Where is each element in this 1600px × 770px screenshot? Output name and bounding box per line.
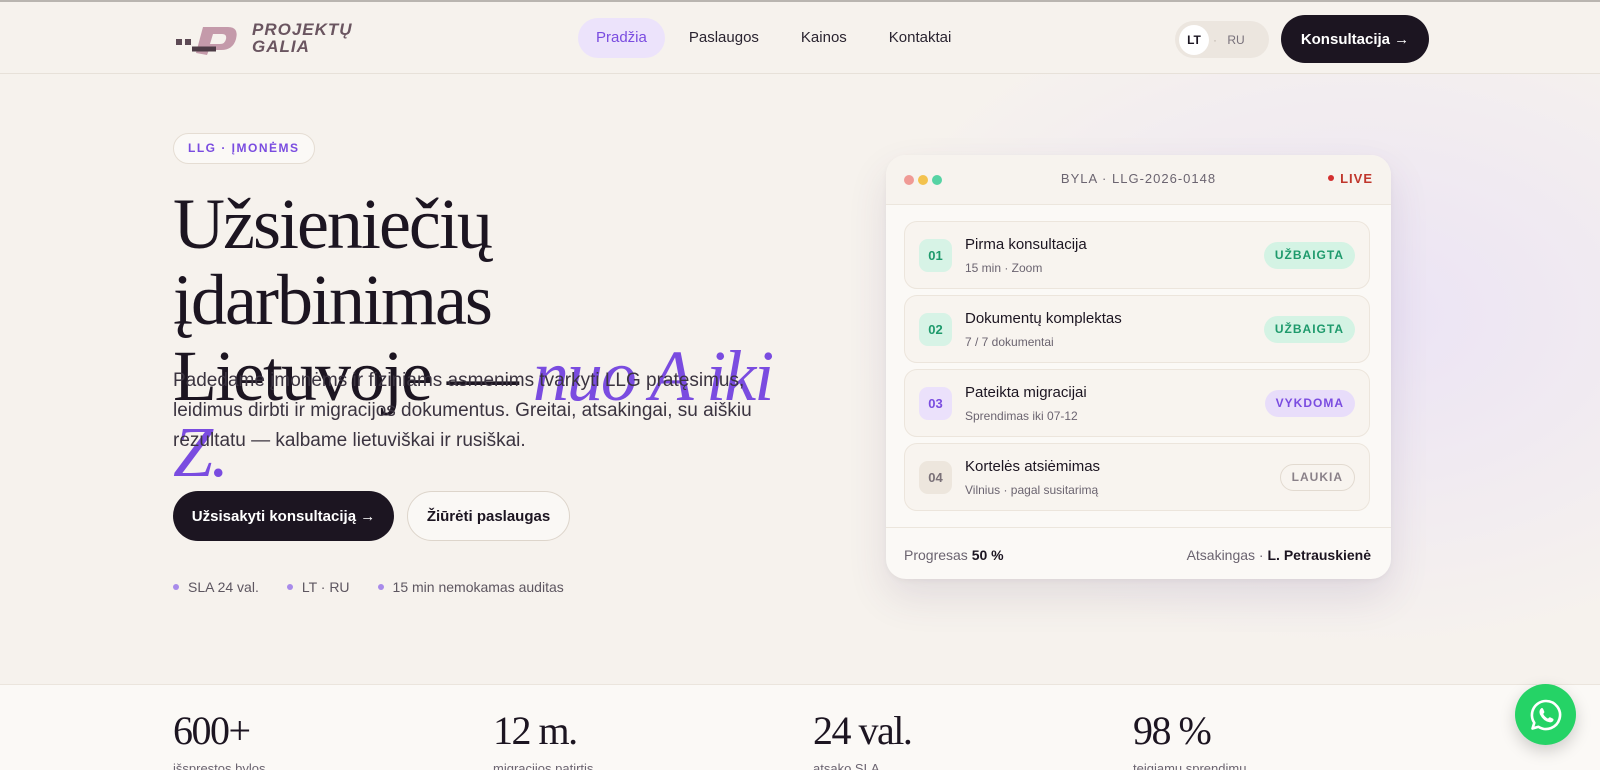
logo-mark-icon: [176, 27, 237, 55]
nav-item-pradzia[interactable]: Pradžia: [578, 18, 665, 58]
fact-audit: 15 min nemokamas auditas: [378, 579, 564, 595]
case-step: 04 Kortelės atsiėmimas Vilnius · pagal s…: [904, 443, 1370, 511]
stat-cases: 600+ išspręstos bylos: [173, 709, 265, 770]
hero-lead: Padedame įmonėms ir fiziniams asmenims t…: [173, 370, 752, 451]
step-number: 01: [919, 239, 952, 272]
case-card-footer: Progresas 50 % Atsakingas · L. Petrauski…: [886, 527, 1391, 579]
case-step: 03 Pateikta migracijai Sprendimas iki 07…: [904, 369, 1370, 437]
whatsapp-icon: [1530, 699, 1561, 730]
fact-languages: LT · RU: [287, 579, 350, 595]
audience-pill: LLG · ĮMONĖMS: [173, 133, 315, 164]
owner-name: L. Petrauskienė: [1267, 547, 1372, 563]
fact-sla: SLA 24 val.: [173, 579, 259, 595]
nav-item-kainos[interactable]: Kainos: [783, 18, 865, 58]
step-subtitle: 15 min · Zoom: [965, 261, 1043, 275]
owner-label: Atsakingas ·: [1186, 547, 1264, 563]
progress-value: 50 %: [971, 547, 1004, 563]
step-title: Pirma konsultacija: [965, 236, 1087, 253]
stat-value: 24 val.: [813, 708, 913, 753]
case-step: 02 Dokumentų komplektas 7 / 7 dokumentai…: [904, 295, 1370, 363]
logo[interactable]: PROJEKTŲ GALIA: [176, 19, 356, 59]
nav-item-paslaugos[interactable]: Paslaugos: [671, 18, 777, 58]
stat-value: 98 %: [1133, 708, 1212, 753]
lang-option-ru[interactable]: RU: [1221, 25, 1251, 55]
live-badge: LIVE: [1328, 171, 1373, 186]
stat-label: teigiamų sprendimų: [1133, 761, 1247, 770]
view-services-button[interactable]: Žiūrėti paslaugas: [407, 491, 570, 541]
consultation-button[interactable]: Konsultacija →: [1281, 15, 1429, 63]
stat-value: 12 m.: [493, 708, 578, 753]
stat-sla: 24 val. atsako SLA: [813, 708, 913, 770]
stat-label: migracijos patirtis: [493, 761, 594, 770]
stat-label: išspręstos bylos: [173, 761, 266, 770]
stat-value: 600+: [173, 708, 251, 753]
step-subtitle: Vilnius · pagal susitarimą: [965, 483, 1099, 497]
order-consultation-button[interactable]: Užsisakyti konsultaciją →: [173, 491, 394, 541]
main-nav: Pradžia Paslaugos Kainos Kontaktai: [578, 18, 969, 58]
case-id: BYLA · LLG-2026-0148: [1060, 171, 1217, 186]
whatsapp-button[interactable]: [1515, 684, 1576, 745]
lang-separator: ·: [1213, 32, 1217, 47]
case-card: BYLA · LLG-2026-0148 LIVE 01 Pirma konsu…: [886, 155, 1391, 579]
case-step: 01 Pirma konsultacija 15 min · Zoom UŽBA…: [904, 221, 1370, 289]
language-switcher: LT · RU: [1175, 21, 1269, 58]
nav-item-kontaktai[interactable]: Kontaktai: [871, 18, 970, 58]
step-number: 02: [919, 313, 952, 346]
owner-readout: Atsakingas · L. Petrauskienė: [1187, 547, 1371, 563]
stats-strip: 600+ išspręstos bylos 12 m. migracijos p…: [0, 684, 1600, 770]
step-title: Pateikta migracijai: [965, 384, 1087, 401]
status-badge: UŽBAIGTA: [1263, 316, 1355, 343]
lang-option-lt[interactable]: LT: [1179, 24, 1209, 55]
stat-label: atsako SLA: [813, 761, 880, 770]
step-title: Kortelės atsiėmimas: [965, 458, 1101, 475]
status-badge: UŽBAIGTA: [1263, 242, 1355, 269]
case-steps: 01 Pirma konsultacija 15 min · Zoom UŽBA…: [904, 221, 1370, 517]
logo-text: PROJEKTŲ GALIA: [252, 20, 353, 56]
title-line-1: Užsieniečių įdarbinimas: [173, 184, 493, 340]
step-subtitle: Sprendimas iki 07-12: [965, 409, 1078, 423]
status-badge: VYKDOMA: [1264, 390, 1355, 417]
stat-experience: 12 m. migracijos patirtis: [493, 709, 593, 770]
stat-positive-decisions: 98 % teigiamų sprendimų: [1133, 709, 1246, 770]
status-badge: LAUKIA: [1279, 464, 1355, 491]
hero-facts: SLA 24 val. LT · RU 15 min nemokamas aud…: [173, 579, 564, 595]
step-title: Dokumentų komplektas: [965, 310, 1122, 327]
progress-readout: Progresas 50 %: [904, 547, 1004, 563]
site-header: PROJEKTŲ GALIA Pradžia Paslaugos Kainos …: [0, 0, 1600, 74]
step-number: 04: [919, 461, 952, 494]
step-number: 03: [919, 387, 952, 420]
case-card-header: BYLA · LLG-2026-0148 LIVE: [886, 155, 1391, 205]
progress-label: Progresas: [904, 547, 968, 563]
step-subtitle: 7 / 7 dokumentai: [965, 335, 1054, 349]
